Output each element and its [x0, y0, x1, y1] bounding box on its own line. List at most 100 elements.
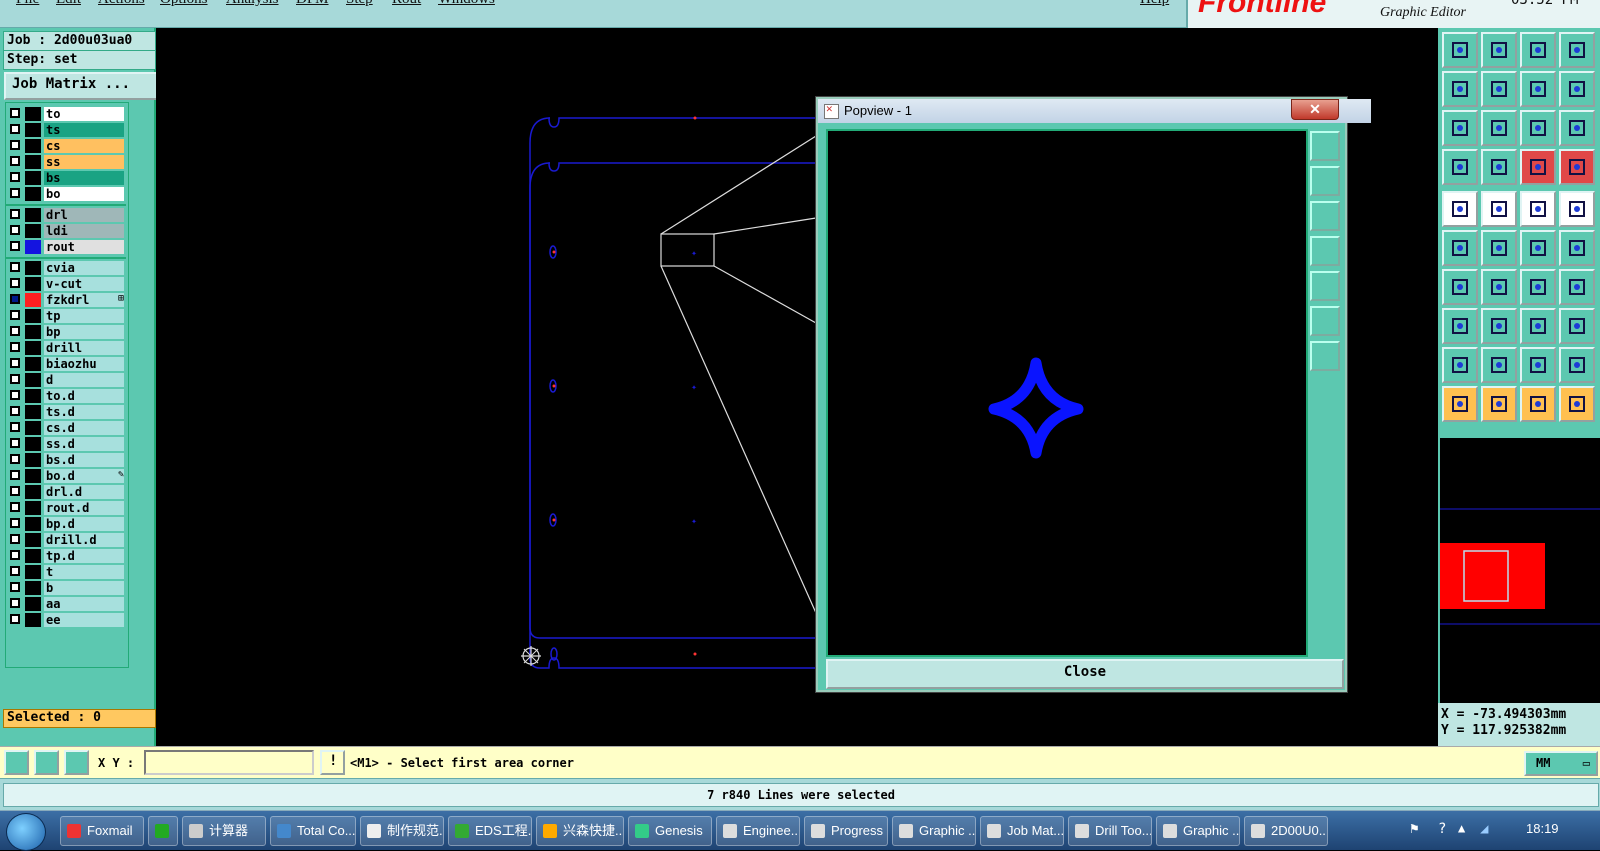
tray-flag-icon[interactable]: ⚑	[1410, 821, 1418, 837]
layer-color-swatch[interactable]	[25, 437, 41, 451]
layer-name[interactable]: ts.d	[44, 405, 124, 419]
loop-icon[interactable]	[1520, 71, 1556, 107]
layer-name[interactable]: cs	[44, 139, 124, 153]
menu-edit[interactable]: Edit	[56, 0, 81, 8]
edit-red-icon[interactable]	[1481, 191, 1517, 227]
layer-name[interactable]: bp.d	[44, 517, 124, 531]
layer-checkbox[interactable]	[10, 374, 20, 384]
layer-name[interactable]: fzkdrl	[44, 293, 124, 307]
pan-left-icon[interactable]	[1310, 236, 1340, 266]
triangle2-icon[interactable]	[1481, 347, 1517, 383]
layer-checkbox[interactable]	[10, 550, 20, 560]
layer-checkbox[interactable]	[10, 294, 20, 304]
layer-color-swatch[interactable]	[25, 373, 41, 387]
arc-icon[interactable]	[1520, 269, 1556, 305]
layer-name[interactable]: bo.d	[44, 469, 124, 483]
layer-name[interactable]: cvia	[44, 261, 124, 275]
layer-row[interactable]: b	[8, 581, 126, 596]
popview-close-button[interactable]: Close	[826, 659, 1344, 689]
layer-row[interactable]: cs.d	[8, 421, 126, 436]
layer-row[interactable]: t	[8, 565, 126, 580]
layer-checkbox[interactable]	[10, 422, 20, 432]
layer-checkbox[interactable]	[10, 470, 20, 480]
layer-checkbox[interactable]	[10, 140, 20, 150]
layer-row[interactable]: bs.d	[8, 453, 126, 468]
layer-color-swatch[interactable]	[25, 517, 41, 531]
taskbar-button[interactable]: Progress	[804, 816, 888, 846]
layer-name[interactable]: b	[44, 581, 124, 595]
taskbar-button[interactable]: Total Co...	[270, 816, 356, 846]
layer-row[interactable]: bp.d	[8, 517, 126, 532]
pan-down-icon[interactable]	[1310, 201, 1340, 231]
layer-checkbox[interactable]	[10, 406, 20, 416]
layer-row[interactable]: v-cut	[8, 277, 126, 292]
window-close-icon[interactable]: ✕	[1291, 99, 1339, 120]
layer-row[interactable]: aa	[8, 597, 126, 612]
layer-checkbox[interactable]	[10, 108, 20, 118]
layer-checkbox[interactable]	[10, 241, 20, 251]
taskbar-button[interactable]: 2D00U0...	[1244, 816, 1328, 846]
layer-name[interactable]: tp.d	[44, 549, 124, 563]
layer-checkbox[interactable]	[10, 582, 20, 592]
layer-checkbox[interactable]	[10, 566, 20, 576]
line-point2-icon[interactable]	[1559, 230, 1595, 266]
layer-row[interactable]: cs	[8, 139, 126, 154]
home-up-icon[interactable]	[1442, 32, 1478, 68]
layer-color-swatch[interactable]	[25, 613, 41, 627]
layer-name[interactable]: d	[44, 373, 124, 387]
minimap[interactable]	[1438, 438, 1600, 703]
menu-windows[interactable]: Windows	[438, 0, 495, 8]
layer-name[interactable]: rout.d	[44, 501, 124, 515]
taskbar-button[interactable]: Graphic ...	[1156, 816, 1240, 846]
layer-name[interactable]: to	[44, 107, 124, 121]
layer-checkbox[interactable]	[10, 614, 20, 624]
layer-checkbox[interactable]	[10, 502, 20, 512]
menu-options[interactable]: Options	[160, 0, 208, 8]
layer-color-swatch[interactable]	[25, 171, 41, 185]
layer-row[interactable]: d	[8, 373, 126, 388]
layer-checkbox[interactable]	[10, 486, 20, 496]
layer-row[interactable]: bo	[8, 187, 126, 202]
layer-name[interactable]: ee	[44, 613, 124, 627]
layer-color-swatch[interactable]	[25, 261, 41, 275]
dot-icon[interactable]	[1559, 191, 1595, 227]
layer-checkbox[interactable]	[10, 342, 20, 352]
layer-color-swatch[interactable]	[25, 597, 41, 611]
layer-red-icon[interactable]	[1520, 149, 1556, 185]
arrow-select2-icon[interactable]	[1481, 386, 1517, 422]
zoom-fit-icon[interactable]	[1310, 131, 1340, 161]
box-measure-icon[interactable]	[1520, 308, 1556, 344]
layer-color-swatch[interactable]	[25, 549, 41, 563]
point-move-icon[interactable]	[1442, 308, 1478, 344]
menu-dfm[interactable]: DFM	[296, 0, 329, 8]
layer-row[interactable]: ss	[8, 155, 126, 170]
angle-tool-icon[interactable]	[1442, 269, 1478, 305]
line-red-icon[interactable]	[1481, 308, 1517, 344]
layer-row[interactable]: drill.d	[8, 533, 126, 548]
home-down-icon[interactable]	[1481, 32, 1517, 68]
taskbar-button[interactable]: Job Mat...	[980, 816, 1064, 846]
units-selector[interactable]: MM ▭	[1524, 751, 1598, 776]
layer-row[interactable]: cvia	[8, 261, 126, 276]
layer-color-swatch[interactable]	[25, 208, 41, 222]
snake-icon[interactable]	[1559, 71, 1595, 107]
layer-row[interactable]: to.d	[8, 389, 126, 404]
layer-name[interactable]: cs.d	[44, 421, 124, 435]
layer-color-swatch[interactable]	[25, 581, 41, 595]
layer-red2-icon[interactable]	[1559, 149, 1595, 185]
layer-color-swatch[interactable]	[25, 469, 41, 483]
zoom-center-icon[interactable]	[1481, 110, 1517, 146]
layer-checkbox[interactable]	[10, 188, 20, 198]
layer-name[interactable]: ts	[44, 123, 124, 137]
zoom-out-icon[interactable]	[1310, 341, 1340, 371]
layer-checkbox[interactable]	[10, 124, 20, 134]
help-icon[interactable]	[1559, 110, 1595, 146]
zoom-in-icon[interactable]	[1310, 306, 1340, 336]
layer-name[interactable]: bo	[44, 187, 124, 201]
layer-checkbox[interactable]	[10, 209, 20, 219]
layer-color-swatch[interactable]	[25, 309, 41, 323]
layer-name[interactable]: rout	[44, 240, 124, 254]
taskbar-button[interactable]: Drill Too...	[1068, 816, 1152, 846]
layer-checkbox[interactable]	[10, 358, 20, 368]
popview-viewport[interactable]	[826, 129, 1308, 657]
